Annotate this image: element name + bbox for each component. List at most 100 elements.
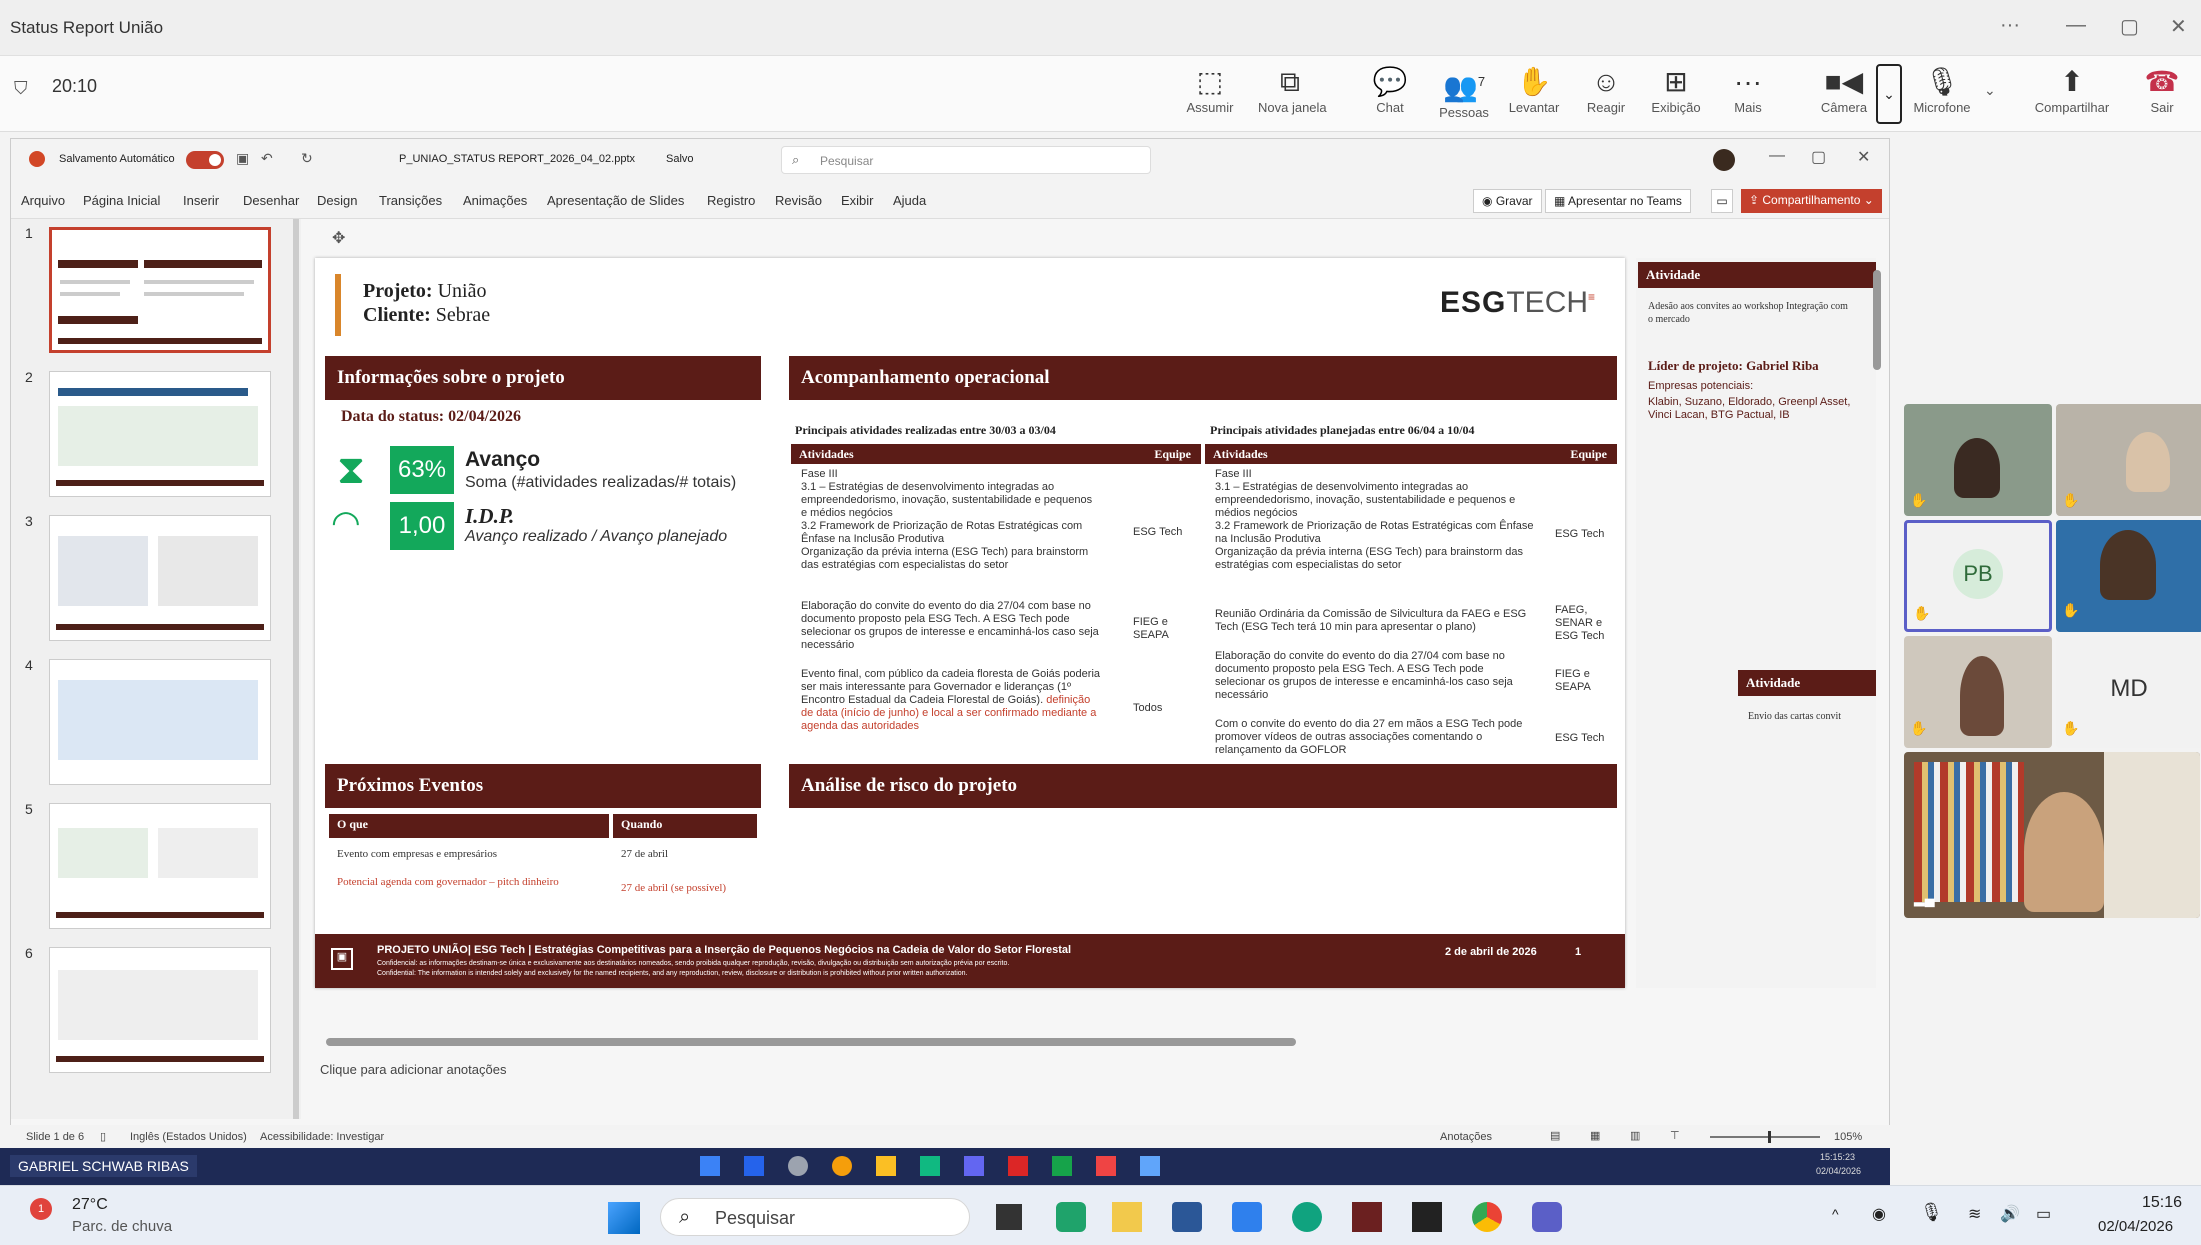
redo-icon[interactable]: ↻ <box>301 150 313 167</box>
slide-thumbnail-3[interactable] <box>49 515 271 641</box>
participant-tile-4[interactable]: ✋ <box>2056 520 2201 632</box>
share-button[interactable]: ⇪ Compartilhamento ⌄ <box>1741 189 1882 213</box>
horizontal-scrollbar[interactable] <box>316 1036 1876 1046</box>
app-icon[interactable] <box>1232 1202 1262 1232</box>
participant-tile-1[interactable]: ✋ <box>1904 404 2052 516</box>
powerpoint-logo-icon <box>29 151 45 167</box>
menu-arquivo[interactable]: Arquivo <box>21 193 65 208</box>
windows-start-icon[interactable] <box>608 1202 640 1234</box>
participant-tile-md[interactable]: MD ✋ <box>2056 636 2201 748</box>
slide-thumbnail-1[interactable] <box>49 227 271 353</box>
zoom-level[interactable]: 105% <box>1834 1131 1862 1143</box>
search-input[interactable]: Pesquisar <box>820 154 873 168</box>
teams-app-icon[interactable] <box>1056 1202 1086 1232</box>
reading-view-icon[interactable]: ▥ <box>1630 1129 1640 1142</box>
wifi-icon[interactable]: ≋ <box>1968 1204 1981 1224</box>
camera-button[interactable]: ■◀ Câmera <box>1812 64 1876 124</box>
edge-icon[interactable] <box>1292 1202 1322 1232</box>
restore-icon[interactable]: ▢ <box>2120 14 2139 39</box>
weather-alert-icon[interactable]: 1 <box>30 1198 52 1220</box>
view-button[interactable]: ⊞ Exibição <box>1644 64 1708 124</box>
people-button[interactable]: 👥7 Pessoas <box>1432 64 1496 124</box>
close-icon[interactable]: ✕ <box>1857 147 1870 167</box>
spellcheck-icon[interactable]: ▯ <box>100 1130 106 1143</box>
share-button[interactable]: ⬆ Compartilhar <box>2022 64 2122 124</box>
record-button[interactable]: ◉ Gravar <box>1473 189 1542 213</box>
slideshow-icon[interactable]: ⊤ <box>1670 1129 1680 1142</box>
menu-inserir[interactable]: Inserir <box>183 193 219 208</box>
search-box[interactable]: ⌕ Pesquisar <box>781 146 1151 174</box>
menu-design[interactable]: Design <box>317 193 357 208</box>
file-explorer-icon[interactable] <box>1112 1202 1142 1232</box>
notes-input[interactable]: Clique para adicionar anotações <box>320 1062 506 1077</box>
undo-icon[interactable]: ↶ <box>261 150 273 167</box>
menu-ajuda[interactable]: Ajuda <box>893 193 926 208</box>
take-control-button[interactable]: ⬚ Assumir <box>1178 64 1242 124</box>
menu-desenhar[interactable]: Desenhar <box>243 193 299 208</box>
app-icon[interactable] <box>1412 1202 1442 1232</box>
taskbar-search[interactable]: ⌕ Pesquisar <box>660 1198 970 1236</box>
chat-icon: 💬 <box>1372 66 1408 97</box>
microphone-button[interactable]: 🎙 Microfone <box>1910 64 1974 124</box>
minimize-icon[interactable]: — <box>1769 147 1785 165</box>
chat-button[interactable]: 💬 Chat <box>1358 64 1422 124</box>
battery-icon[interactable]: ▭ <box>2036 1204 2051 1224</box>
chevron-down-icon[interactable]: ⌄ <box>1984 82 1996 99</box>
file-name[interactable]: P_UNIAO_STATUS REPORT_2026_04_02.pptx <box>399 153 635 165</box>
menu-transicoes[interactable]: Transições <box>379 193 442 208</box>
menu-animacoes[interactable]: Animações <box>463 193 527 208</box>
clock-date[interactable]: 02/04/2026 <box>2098 1218 2173 1235</box>
participant-tile-5[interactable]: ✋ <box>1904 636 2052 748</box>
microphone-off-icon[interactable]: 🎙 <box>1920 1202 1943 1223</box>
react-button[interactable]: ☺ Reagir <box>1574 64 1638 124</box>
more-options-icon[interactable]: ··· <box>2000 14 2020 37</box>
accessibility-status[interactable]: Acessibilidade: Investigar <box>260 1131 384 1143</box>
leave-button[interactable]: ☎ Sair <box>2130 64 2194 124</box>
raise-hand-button[interactable]: ✋ Levantar <box>1502 64 1566 124</box>
thumbnail-scrollbar[interactable] <box>293 219 299 1119</box>
normal-view-icon[interactable]: ▤ <box>1550 1129 1560 1142</box>
slide-canvas[interactable]: Projeto: União Cliente: Sebrae ESGTECH≡ … <box>315 258 1625 988</box>
camera-options-chevron[interactable]: ⌄ <box>1876 64 1902 124</box>
menu-pagina-inicial[interactable]: Página Inicial <box>83 193 160 208</box>
zoom-slider[interactable] <box>1710 1131 1820 1143</box>
volume-icon[interactable]: 🔊 <box>2000 1204 2020 1224</box>
participant-tile-7[interactable]: ▂▄ <box>1904 752 2200 918</box>
advance-title: Avanço <box>465 448 541 471</box>
menu-revisao[interactable]: Revisão <box>775 193 822 208</box>
app-icon[interactable] <box>1352 1202 1382 1232</box>
slide-tool-icon[interactable]: ✥ <box>332 228 345 248</box>
avatar[interactable] <box>1713 149 1735 171</box>
task-view-icon[interactable] <box>996 1204 1022 1230</box>
vertical-scrollbar[interactable] <box>1872 210 1882 1030</box>
more-button[interactable]: ··· Mais <box>1716 64 1780 124</box>
present-teams-button[interactable]: ▦ Apresentar no Teams <box>1545 189 1691 213</box>
participant-tile-pb[interactable]: PB ✋ <box>1904 520 2052 632</box>
app-tray-icon[interactable]: ◉ <box>1872 1204 1886 1224</box>
chrome-icon[interactable] <box>1472 1202 1502 1232</box>
menu-apresentacao[interactable]: Apresentação de Slides <box>547 193 684 208</box>
sorter-view-icon[interactable]: ▦ <box>1590 1129 1600 1142</box>
close-icon[interactable]: ✕ <box>2170 14 2187 39</box>
new-window-button[interactable]: ⧉ Nova janela <box>1258 64 1327 124</box>
done-title: Principais atividades realizadas entre 3… <box>795 423 1056 437</box>
participant-tile-2[interactable]: ✋ <box>2056 404 2201 516</box>
menu-registro[interactable]: Registro <box>707 193 755 208</box>
minimize-icon[interactable]: — <box>2066 14 2086 37</box>
weather-temp[interactable]: 27°C <box>72 1196 108 1214</box>
restore-icon[interactable]: ▢ <box>1811 147 1826 167</box>
slide-thumbnail-2[interactable] <box>49 371 271 497</box>
clock-time[interactable]: 15:16 <box>2142 1194 2182 1212</box>
comments-button[interactable]: ▭ <box>1711 189 1733 213</box>
autosave-toggle[interactable] <box>186 151 224 169</box>
notes-toggle[interactable]: Anotações <box>1440 1131 1492 1143</box>
store-icon[interactable] <box>1172 1202 1202 1232</box>
menu-exibir[interactable]: Exibir <box>841 193 874 208</box>
save-icon[interactable]: ▣ <box>236 150 249 167</box>
slide-thumbnail-5[interactable] <box>49 803 271 929</box>
slide-thumbnail-6[interactable] <box>49 947 271 1073</box>
slide-thumbnail-4[interactable] <box>49 659 271 785</box>
teams-icon[interactable] <box>1532 1202 1562 1232</box>
weather-desc[interactable]: Parc. de chuva <box>72 1218 172 1235</box>
chevron-up-icon[interactable]: ^ <box>1832 1206 1839 1222</box>
